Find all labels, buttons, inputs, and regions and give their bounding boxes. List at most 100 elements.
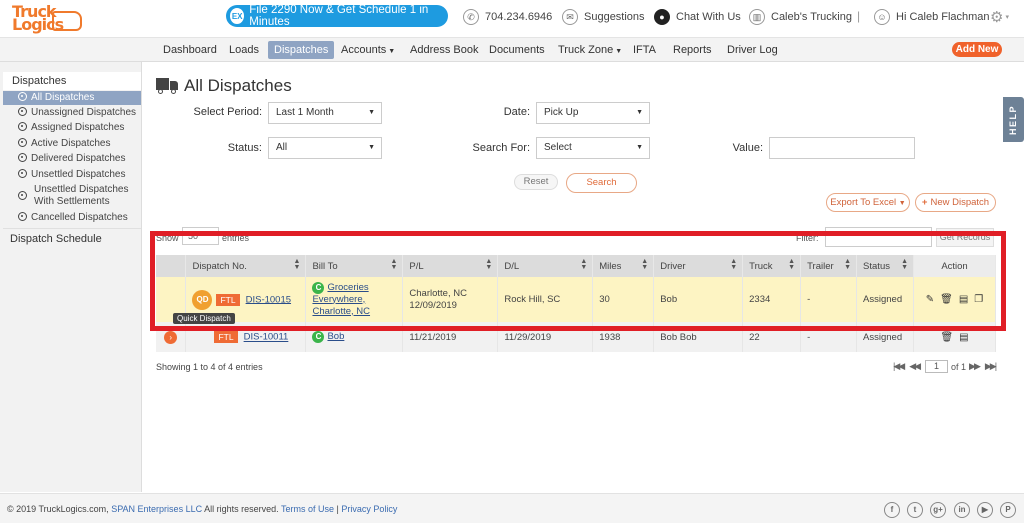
filter-input[interactable] <box>825 227 932 247</box>
period-select[interactable]: Last 1 Month ▼ <box>268 102 382 124</box>
sidebar-item-assigned[interactable]: Assigned Dispatches <box>3 122 141 134</box>
span-enterprises-link[interactable]: SPAN Enterprises LLC <box>111 504 202 514</box>
nav-ifta[interactable]: IFTA <box>627 41 662 59</box>
facebook-icon[interactable]: f <box>884 502 900 518</box>
pl-cell: Charlotte, NC 12/09/2019 <box>402 277 499 322</box>
privacy-policy-link[interactable]: Privacy Policy <box>341 504 397 514</box>
top-bar: Truck Logics EX File 2290 Now & Get Sche… <box>0 0 1024 38</box>
period-value: Last 1 Month <box>276 107 334 118</box>
previous-page-icon[interactable]: ◀◀ <box>909 361 921 372</box>
nav-dispatches[interactable]: Dispatches <box>268 41 335 59</box>
column-header-miles[interactable]: Miles ▲ ▼ <box>592 255 655 277</box>
export-to-excel-button[interactable]: Export To Excel ▼ <box>826 193 910 212</box>
pinterest-icon[interactable]: P <box>1000 502 1016 518</box>
suggestions-link[interactable]: ✉ Suggestions <box>562 9 645 25</box>
sidebar-item-unsettled-with-settlements[interactable]: Unsettled Dispatches With Settlements <box>3 184 141 208</box>
search-for-select[interactable]: Select ▼ <box>536 137 650 159</box>
quick-dispatch-badge[interactable]: QD <box>192 289 213 310</box>
next-page-icon[interactable]: ▶▶ <box>969 361 981 372</box>
nav-documents[interactable]: Documents <box>483 41 551 59</box>
date-select[interactable]: Pick Up ▼ <box>536 102 650 124</box>
header-label: Status <box>863 260 890 272</box>
column-header-dispatch-no[interactable]: Dispatch No. ▲ ▼ <box>185 255 307 277</box>
youtube-icon[interactable]: ▶ <box>977 502 993 518</box>
nav-reports[interactable]: Reports <box>667 41 718 59</box>
add-new-button[interactable]: Add New <box>952 42 1002 57</box>
google-plus-icon[interactable]: g+ <box>930 502 946 518</box>
miles-cell: 1938 <box>592 322 655 352</box>
miles-cell: 30 <box>592 277 655 322</box>
sort-icon: ▲ ▼ <box>293 258 301 271</box>
sidebar-item-label: All Dispatches <box>31 92 95 103</box>
nav-truck-zone[interactable]: Truck Zone ▼ <box>552 41 628 59</box>
page-of-label: of 1 <box>951 361 967 372</box>
document-icon[interactable]: ▤ <box>959 294 968 305</box>
trash-icon[interactable]: 🗑 <box>940 332 953 343</box>
circle-arrow-icon <box>18 107 27 116</box>
sidebar-item-unassigned[interactable]: Unassigned Dispatches <box>3 107 141 119</box>
trucklogics-logo[interactable]: Truck Logics <box>8 3 84 35</box>
settings-menu[interactable]: ⚙ ▾ <box>990 8 1009 26</box>
page-title-text: All Dispatches <box>184 76 292 95</box>
dispatch-link[interactable]: DIS-10015 <box>246 294 291 305</box>
sidebar-item-active[interactable]: Active Dispatches <box>3 138 141 150</box>
column-header-pl[interactable]: P/L ▲ ▼ <box>402 255 499 277</box>
column-header-dl[interactable]: D/L ▲ ▼ <box>497 255 594 277</box>
column-header-status[interactable]: Status ▲ ▼ <box>856 255 915 277</box>
bill-to-cell: C Groceries Everywhere, Charlotte, NC <box>305 277 404 322</box>
nav-address-book[interactable]: Address Book <box>404 41 484 59</box>
column-header-driver[interactable]: Driver ▲ ▼ <box>653 255 744 277</box>
chat-label: Chat With Us <box>676 11 741 23</box>
new-dispatch-button[interactable]: + New Dispatch <box>915 193 996 212</box>
twitter-icon[interactable]: t <box>907 502 923 518</box>
first-page-icon[interactable]: |◀◀ <box>893 361 905 372</box>
nav-driver-log[interactable]: Driver Log <box>721 41 784 59</box>
value-input[interactable] <box>769 137 915 159</box>
chat-link[interactable]: ● Chat With Us <box>654 9 741 25</box>
sort-icon: ▲ ▼ <box>580 258 588 271</box>
sidebar-item-cancelled[interactable]: Cancelled Dispatches <box>3 212 141 224</box>
terms-of-use-link[interactable]: Terms of Use <box>281 504 334 514</box>
header-label: Action <box>941 260 968 272</box>
document-icon[interactable]: ▤ <box>959 332 968 343</box>
dispatch-link[interactable]: DIS-10011 <box>244 332 289 343</box>
sidebar-item-all-dispatches[interactable]: All Dispatches <box>3 91 141 105</box>
action-cell: 🗑 ▤ <box>913 322 996 352</box>
help-tab[interactable]: HELP <box>1003 97 1024 142</box>
linkedin-icon[interactable]: in <box>954 502 970 518</box>
table-row[interactable]: QD FTL DIS-10015 C Groceries Everywhere, Ch… <box>156 277 996 322</box>
get-records-button[interactable]: Get Records <box>936 228 994 247</box>
edit-pencil-icon[interactable]: ✎ <box>926 294 934 305</box>
last-page-icon[interactable]: ▶▶| <box>985 361 997 372</box>
page-size-select[interactable]: 50 <box>182 227 219 245</box>
promo-banner-button[interactable]: EX File 2290 Now & Get Schedule 1 in Min… <box>226 4 448 28</box>
sidebar-item-unsettled[interactable]: Unsettled Dispatches <box>3 169 141 181</box>
trash-icon[interactable]: 🗑 <box>940 294 953 305</box>
nav-accounts[interactable]: Accounts ▼ <box>335 41 401 59</box>
column-header-trailer[interactable]: Trailer ▲ ▼ <box>800 255 858 277</box>
copy-clipboard-icon[interactable]: ❐ <box>974 294 983 305</box>
company-link[interactable]: ▥ Caleb's Trucking <box>749 9 852 25</box>
status-select[interactable]: All ▼ <box>268 137 382 159</box>
nav-label: Address Book <box>410 44 479 56</box>
bill-to-link[interactable]: Bob <box>327 331 344 342</box>
table-row[interactable]: › FTL DIS-10011 C Bob 11/21/2019 11/29/201… <box>156 322 996 352</box>
column-header-bill-to[interactable]: Bill To ▲ ▼ <box>305 255 404 277</box>
sidebar-section-dispatches[interactable]: Dispatches <box>3 72 141 90</box>
column-header-truck[interactable]: Truck ▲ ▼ <box>742 255 802 277</box>
user-menu[interactable]: ☺ Hi Caleb Flachman <box>874 9 990 25</box>
nav-dashboard[interactable]: Dashboard <box>157 41 223 59</box>
dl-date: 11/29/2019 <box>504 331 552 343</box>
date-value: Pick Up <box>544 107 579 118</box>
search-button[interactable]: Search <box>566 173 637 193</box>
circle-arrow-icon <box>18 138 27 147</box>
sort-icon: ▲ ▼ <box>730 258 738 271</box>
sidebar-item-delivered[interactable]: Delivered Dispatches <box>3 153 141 165</box>
sidebar-item-label: Delivered Dispatches <box>31 153 126 164</box>
page-number-input[interactable]: 1 <box>925 360 949 373</box>
reset-button[interactable]: Reset <box>514 174 558 190</box>
nav-loads[interactable]: Loads <box>223 41 265 59</box>
expand-chevron-icon[interactable]: › <box>164 330 178 344</box>
sidebar-item-dispatch-schedule[interactable]: Dispatch Schedule <box>3 228 141 245</box>
phone-link[interactable]: ✆ 704.234.6946 <box>463 9 552 25</box>
